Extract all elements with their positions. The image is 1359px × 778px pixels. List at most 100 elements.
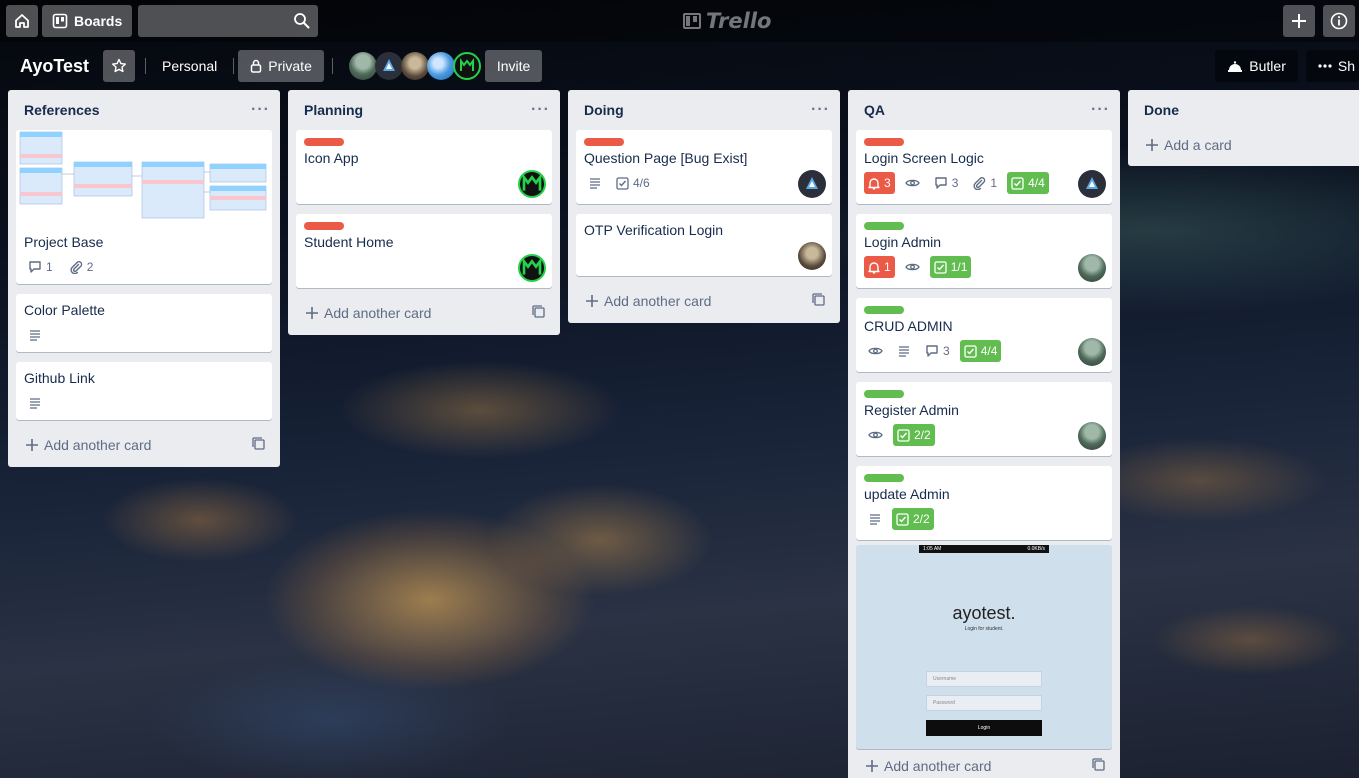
template-icon[interactable] [812, 293, 826, 307]
card-title: OTP Verification Login [584, 222, 724, 238]
add-card-button[interactable]: Add another card [296, 299, 552, 327]
butler-button[interactable]: Butler [1215, 50, 1298, 82]
attachment-badge: 1 [968, 172, 1001, 194]
card-title: CRUD ADMIN [864, 318, 953, 334]
card-login-mockup[interactable]: 1:05 AM 0.0KB/s ayotest. Login for stude… [856, 545, 1112, 749]
card-crud-admin[interactable]: CRUD ADMIN 3 4/4 [856, 298, 1112, 372]
checklist-icon [897, 428, 910, 442]
list-menu-button[interactable]: ··· [811, 101, 830, 119]
member-avatar[interactable] [348, 52, 377, 80]
member-avatar[interactable] [1078, 254, 1106, 282]
template-icon[interactable] [252, 437, 266, 451]
search-box[interactable] [138, 5, 319, 37]
add-card-label: Add another card [44, 437, 152, 453]
card-student-home[interactable]: Student Home [296, 214, 552, 288]
list-title[interactable]: QA [864, 102, 885, 118]
card-project-base[interactable]: Project Base 1 2 [16, 130, 272, 284]
show-menu-button[interactable]: Sh [1305, 50, 1359, 82]
member-avatar[interactable] [1078, 338, 1106, 366]
card-cover-image [16, 130, 272, 224]
list-menu-button[interactable]: ··· [251, 101, 270, 119]
home-button[interactable] [6, 5, 38, 37]
card-label-red[interactable] [584, 138, 624, 146]
list-title[interactable]: Doing [584, 102, 624, 118]
card-label-green[interactable] [864, 390, 904, 398]
card-icon-app[interactable]: Icon App [296, 130, 552, 204]
star-button[interactable] [103, 50, 136, 82]
member-avatar[interactable] [374, 52, 403, 80]
due-badge: 1 [864, 256, 895, 278]
member-avatar[interactable] [518, 254, 546, 282]
attachment-count: 1 [990, 176, 998, 190]
list-title[interactable]: Done [1144, 102, 1179, 118]
member-avatar[interactable] [400, 52, 429, 80]
invite-button[interactable]: Invite [484, 50, 543, 82]
template-icon[interactable] [1092, 758, 1106, 772]
card-update-admin[interactable]: update Admin 2/2 [856, 466, 1112, 540]
member-avatar[interactable] [1078, 170, 1106, 198]
list-done[interactable]: Done Add a card [1128, 90, 1359, 166]
card-register-admin[interactable]: Register Admin 2/2 [856, 382, 1112, 456]
trello-logo[interactable]: Trello [683, 9, 771, 33]
card-title: Login Screen Logic [864, 150, 984, 166]
checklist-badge: 1/1 [929, 256, 972, 278]
card-label-red[interactable] [304, 138, 344, 146]
card-color-palette[interactable]: Color Palette [16, 294, 272, 352]
card-label-red[interactable] [304, 222, 344, 230]
member-avatar[interactable] [798, 170, 826, 198]
board-title[interactable]: AyoTest [20, 56, 89, 77]
search-icon[interactable] [293, 12, 310, 29]
list-menu-button[interactable]: ··· [1091, 101, 1110, 119]
visibility-button[interactable]: Private [238, 50, 324, 82]
list-menu-button[interactable]: ··· [531, 101, 550, 119]
comment-badge: 3 [930, 172, 963, 194]
add-card-button[interactable]: Add another card [16, 431, 272, 459]
add-card-button[interactable]: Add another card [576, 287, 832, 315]
description-icon [893, 340, 915, 362]
list-title[interactable]: Planning [304, 102, 363, 118]
boards-button[interactable]: Boards [42, 5, 133, 37]
mockup-username-placeholder: Username [933, 676, 957, 682]
description-icon [864, 508, 886, 530]
template-icon[interactable] [532, 305, 546, 319]
list-title[interactable]: References [24, 102, 100, 118]
home-icon [14, 13, 30, 29]
member-avatar[interactable] [452, 52, 481, 80]
search-input[interactable] [138, 5, 319, 37]
card-label-green[interactable] [864, 474, 904, 482]
star-icon [111, 58, 127, 74]
member-avatar[interactable] [518, 170, 546, 198]
butler-label: Butler [1249, 58, 1286, 74]
checklist-count: 2/2 [914, 428, 931, 442]
watch-icon [901, 172, 924, 194]
plus-icon [586, 295, 598, 307]
member-avatar[interactable] [798, 242, 826, 270]
list-references[interactable]: References ··· Project Base 1 2 Color Pa… [8, 90, 280, 467]
checklist-icon [964, 344, 977, 358]
member-avatar[interactable] [426, 52, 455, 80]
list-doing[interactable]: Doing ··· Question Page [Bug Exist] 4/6 … [568, 90, 840, 323]
add-card-button[interactable]: Add another card [856, 752, 1112, 778]
list-qa[interactable]: QA ··· Login Screen Logic 3 3 1 4/4 Logi… [848, 90, 1120, 778]
card-question-page[interactable]: Question Page [Bug Exist] 4/6 [576, 130, 832, 204]
create-button[interactable] [1283, 5, 1315, 37]
add-card-button[interactable]: Add a card [1136, 131, 1351, 159]
card-title: update Admin [864, 486, 950, 502]
card-label-green[interactable] [864, 222, 904, 230]
plus-icon [1291, 13, 1307, 29]
attachment-badge: 2 [65, 256, 98, 278]
card-label-green[interactable] [864, 306, 904, 314]
team-button[interactable]: Personal [150, 50, 229, 82]
card-title: Project Base [24, 234, 104, 250]
description-icon [584, 172, 606, 194]
card-github-link[interactable]: Github Link [16, 362, 272, 420]
card-login-admin[interactable]: Login Admin 1 1/1 [856, 214, 1112, 288]
card-label-red[interactable] [864, 138, 904, 146]
list-planning[interactable]: Planning ··· Icon App Student Home Add a… [288, 90, 560, 335]
info-button[interactable] [1323, 5, 1355, 37]
member-avatar[interactable] [1078, 422, 1106, 450]
checklist-count: 4/6 [633, 176, 650, 190]
checklist-icon [934, 260, 947, 274]
card-login-screen-logic[interactable]: Login Screen Logic 3 3 1 4/4 [856, 130, 1112, 204]
card-otp-verification[interactable]: OTP Verification Login [576, 214, 832, 276]
